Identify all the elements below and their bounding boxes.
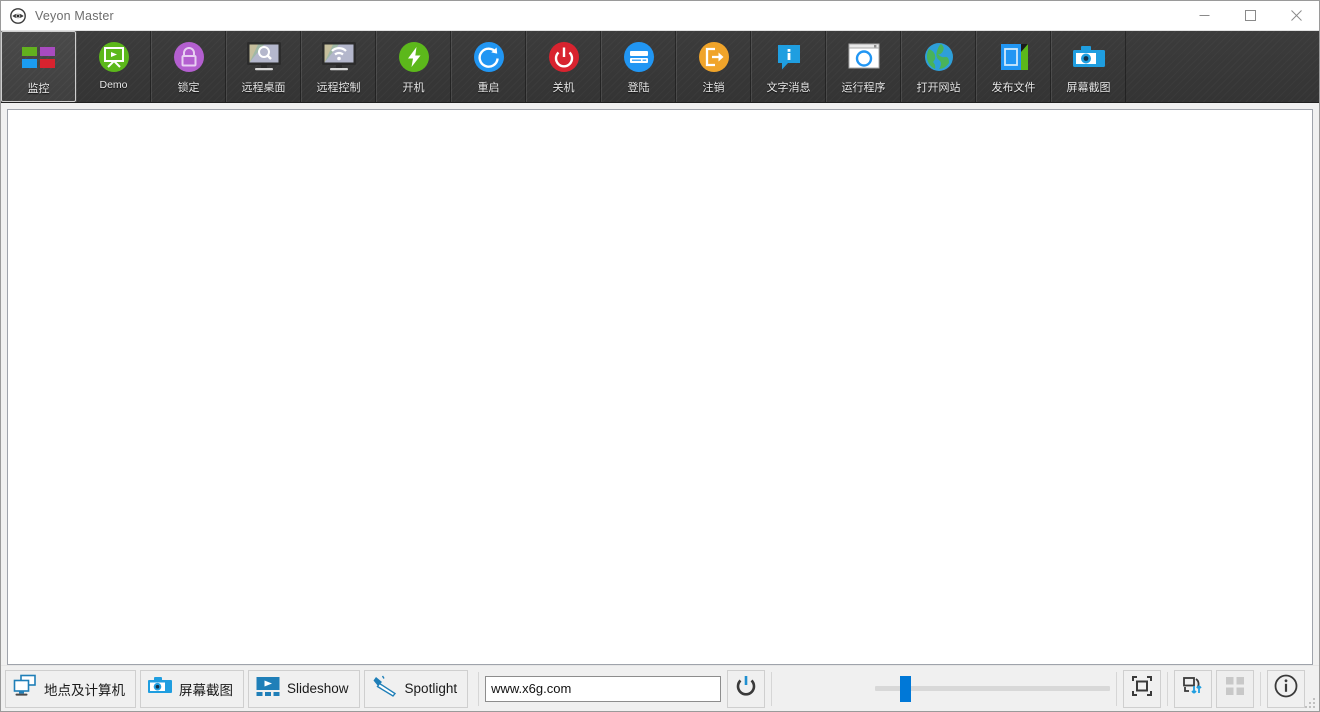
logout-icon (694, 37, 734, 77)
toolbar-item-reboot[interactable]: 重启 (451, 31, 526, 102)
bottom-tab-label: Spotlight (405, 681, 458, 696)
slider-handle[interactable] (900, 676, 911, 702)
toolbar-item-publish-file[interactable]: 发布文件 (976, 31, 1051, 102)
toolbar-label: 重启 (478, 79, 500, 95)
toolbar-item-remote-control[interactable]: 远程控制 (301, 31, 376, 102)
toolbar-label: 监控 (28, 80, 50, 96)
website-url-input[interactable] (485, 676, 721, 702)
toolbar-label: 关机 (553, 79, 575, 95)
toolbar-item-power-off[interactable]: 关机 (526, 31, 601, 102)
bottom-bar: 地点及计算机 屏幕截图 (1, 665, 1319, 711)
screenshot-icon (1069, 37, 1109, 77)
grid-view-button[interactable] (1216, 670, 1254, 708)
auto-fit-icon (1130, 674, 1154, 703)
toolbar-item-screenshot[interactable]: 屏幕截图 (1051, 31, 1126, 102)
bottom-tab-spotlight[interactable]: Spotlight (364, 670, 469, 708)
toolbar-item-power-on[interactable]: 开机 (376, 31, 451, 102)
toolbar-item-lock[interactable]: 锁定 (151, 31, 226, 102)
separator (1116, 672, 1117, 706)
separator (1167, 672, 1168, 706)
close-icon (1291, 10, 1302, 21)
separator (1260, 672, 1261, 706)
toolbar-label: 登陆 (628, 79, 650, 95)
toolbar-label: 运行程序 (842, 79, 886, 95)
computer-monitor-area[interactable] (7, 109, 1313, 665)
toolbar-item-logout[interactable]: 注销 (676, 31, 751, 102)
spotlight-icon (371, 674, 399, 703)
reboot-icon (469, 37, 509, 77)
run-program-icon (844, 37, 884, 77)
camera-icon (147, 675, 173, 702)
open-website-icon (919, 37, 959, 77)
title-bar: Veyon Master (1, 1, 1319, 31)
separator (478, 672, 479, 706)
lock-icon (169, 37, 209, 77)
about-button[interactable] (1267, 670, 1305, 708)
toolbar-label: 文字消息 (767, 79, 811, 95)
toolbar-label: Demo (99, 79, 127, 91)
toolbar-item-monitoring[interactable]: 监控 (1, 31, 76, 102)
demo-icon (94, 37, 134, 77)
eye-icon (10, 8, 26, 24)
computers-icon (12, 673, 38, 704)
auto-arrange-icon (1181, 674, 1205, 703)
toolbar-item-remote-desktop[interactable]: 远程桌面 (226, 31, 301, 102)
text-message-icon (769, 37, 809, 77)
maximize-button[interactable] (1227, 1, 1273, 31)
toolbar-item-open-website[interactable]: 打开网站 (901, 31, 976, 102)
main-toolbar: 监控 Demo 锁定 (1, 31, 1319, 103)
login-icon (619, 37, 659, 77)
info-icon (1273, 673, 1299, 704)
window-controls (1181, 1, 1319, 31)
toolbar-label: 屏幕截图 (1067, 79, 1111, 95)
grid-icon (1223, 674, 1247, 703)
toolbar-item-login[interactable]: 登陆 (601, 31, 676, 102)
toolbar-item-text-message[interactable]: 文字消息 (751, 31, 826, 102)
close-button[interactable] (1273, 1, 1319, 31)
resize-grip[interactable] (1304, 696, 1316, 708)
maximize-icon (1245, 10, 1256, 21)
toolbar-item-demo[interactable]: Demo (76, 31, 151, 102)
bottom-tab-slideshow[interactable]: Slideshow (248, 670, 360, 708)
bottom-tab-label: Slideshow (287, 681, 349, 696)
window-title: Veyon Master (35, 9, 1181, 23)
toolbar-label: 远程控制 (317, 79, 361, 95)
toolbar-item-run-program[interactable]: 运行程序 (826, 31, 901, 102)
power-icon (733, 673, 759, 704)
toolbar-label: 注销 (703, 79, 725, 95)
remote-desktop-icon (244, 37, 284, 77)
main-window: Veyon Master (0, 0, 1320, 712)
monitoring-icon (19, 38, 59, 78)
slideshow-icon (255, 674, 281, 703)
toolbar-label: 开机 (403, 79, 425, 95)
toolbar-label: 打开网站 (917, 79, 961, 95)
power-action-button[interactable] (727, 670, 765, 708)
remote-control-icon (319, 37, 359, 77)
auto-arrange-button[interactable] (1174, 670, 1212, 708)
auto-fit-button[interactable] (1123, 670, 1161, 708)
bottom-tab-label: 地点及计算机 (44, 679, 125, 699)
bottom-tab-screenshots[interactable]: 屏幕截图 (140, 670, 244, 708)
toolbar-label: 发布文件 (992, 79, 1036, 95)
toolbar-label: 远程桌面 (242, 79, 286, 95)
power-off-icon (544, 37, 584, 77)
separator (771, 672, 772, 706)
toolbar-label: 锁定 (178, 79, 200, 95)
minimize-button[interactable] (1181, 1, 1227, 31)
publish-file-icon (994, 37, 1034, 77)
thumbnail-size-slider[interactable] (875, 670, 1110, 708)
content-area-wrapper (1, 103, 1319, 665)
power-on-icon (394, 37, 434, 77)
bottom-tab-label: 屏幕截图 (179, 679, 233, 699)
minimize-icon (1199, 10, 1210, 21)
bottom-tab-locations-and-computers[interactable]: 地点及计算机 (5, 670, 136, 708)
